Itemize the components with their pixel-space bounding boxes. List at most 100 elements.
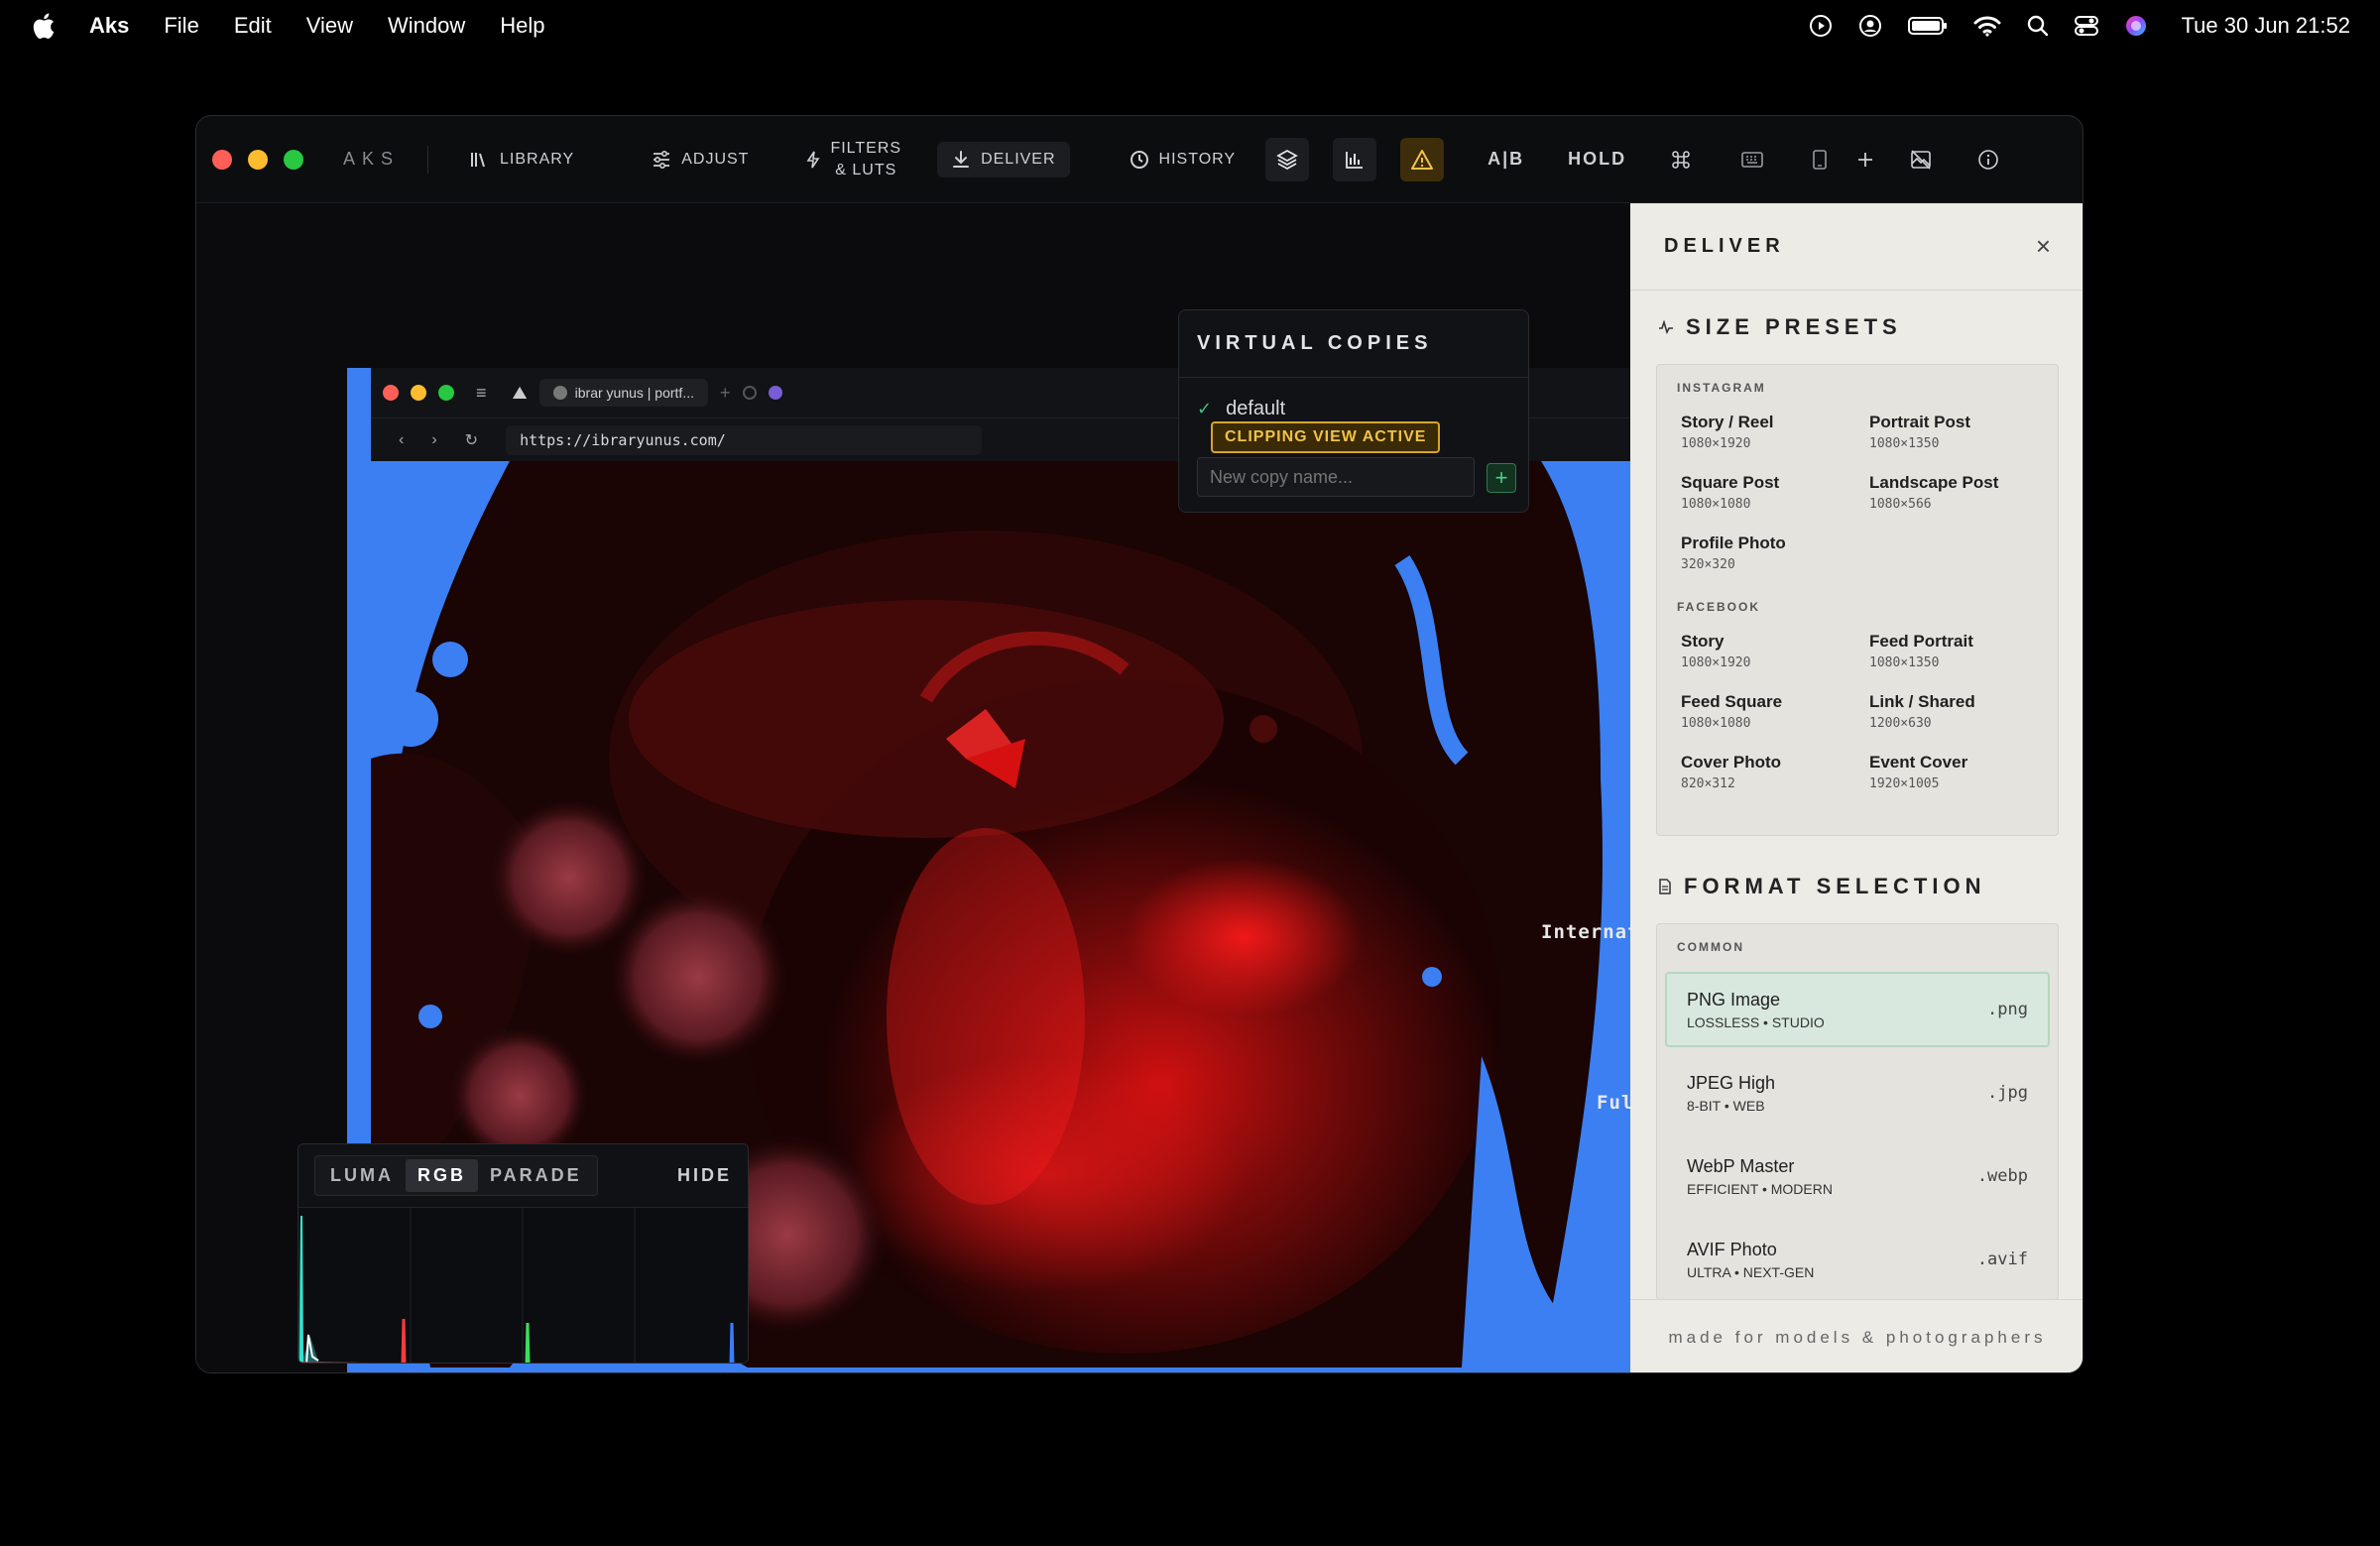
layers-button[interactable] [1265,137,1310,181]
preset-item[interactable]: Story / Reel 1080×1920 [1681,413,1849,451]
menu-view[interactable]: View [306,13,353,39]
preset-item[interactable]: Feed Portrait 1080×1350 [1869,632,2038,670]
clock-icon [1130,150,1148,169]
preset-item[interactable]: Link / Shared 1200×630 [1869,692,2038,731]
device-preview-button[interactable] [1813,149,1827,170]
preset-name: Cover Photo [1681,753,1782,772]
overlay-text-international: Internatio [1541,921,1636,943]
format-text: JPEG High 8-BIT • WEB [1687,1073,1775,1114]
format-extension: .avif [1976,1249,2028,1269]
scope-hide-button[interactable]: HIDE [677,1165,732,1186]
minimize-window-button[interactable] [248,149,268,170]
control-center-icon[interactable] [2074,15,2098,37]
menubar-clock[interactable]: Tue 30 Jun 21:52 [2182,13,2350,39]
filters-luts-button[interactable]: FILTERS & LUTS [792,130,915,189]
menu-window[interactable]: Window [388,13,465,39]
history-label: HISTORY [1158,150,1237,168]
forward-arrow-icon: › [431,430,437,448]
search-icon[interactable] [2027,15,2049,37]
preset-name: Landscape Post [1869,473,1999,492]
format-option-webp[interactable]: WebP Master EFFICIENT • MODERN .webp [1665,1138,2050,1214]
history-button[interactable]: HISTORY [1116,142,1250,178]
preset-size: 1920×1005 [1869,776,1940,791]
deliver-panel: DELIVER × SIZE PRESETS INSTAGRAM Story /… [1630,203,2082,1372]
clipping-view-badge: CLIPPING VIEW ACTIVE [1211,421,1441,453]
window-controls [212,149,303,170]
preset-item[interactable]: Cover Photo 820×312 [1681,753,1849,791]
file-icon [1659,879,1671,894]
virtual-copy-item[interactable]: ✓ default [1179,378,1528,420]
apple-icon[interactable] [30,11,56,41]
format-name: PNG Image [1687,989,1781,1010]
back-arrow-icon: ‹ [399,430,405,448]
browser-logo-icon: ⛰ [512,382,528,403]
wifi-icon[interactable] [1973,15,2001,37]
preset-size: 1200×630 [1869,716,1932,731]
ab-compare-button[interactable]: A|B [1488,149,1524,170]
layers-icon [1276,149,1298,170]
format-option-jpeg[interactable]: JPEG High 8-BIT • WEB .jpg [1665,1055,2050,1130]
adjust-button[interactable]: ADJUST [638,143,763,177]
hide-image-button[interactable] [1910,149,1932,171]
menu-app-name[interactable]: Aks [89,13,129,39]
preset-size: 1080×1920 [1681,655,1751,670]
format-text: PNG Image LOSSLESS • STUDIO [1687,990,1825,1030]
add-copy-button[interactable]: + [1487,463,1516,493]
menu-help[interactable]: Help [500,13,544,39]
histogram-button[interactable] [1333,137,1377,181]
library-button[interactable]: LIBRARY [456,143,588,177]
preset-group-label: FACEBOOK [1677,600,1761,614]
preset-item[interactable]: Event Cover 1920×1005 [1869,753,2038,791]
format-option-png[interactable]: PNG Image LOSSLESS • STUDIO .png [1665,972,2050,1047]
browser-tab: ibrar yunus | portf... [538,379,708,407]
preset-size: 1080×1080 [1681,497,1751,512]
preset-item[interactable]: Story 1080×1920 [1681,632,1849,670]
scope-tab-rgb[interactable]: RGB [406,1159,478,1192]
preset-size: 1080×1080 [1681,716,1751,731]
command-button[interactable] [1670,149,1692,171]
preset-item[interactable]: Square Post 1080×1080 [1681,473,1849,512]
preset-item[interactable]: Portrait Post 1080×1350 [1869,413,2038,451]
deliver-footer: made for models & photographers [1630,1299,2082,1372]
histogram-graph [298,1208,748,1363]
new-copy-input[interactable] [1197,457,1475,497]
library-label: LIBRARY [500,150,575,168]
size-presets-title: SIZE PRESETS [1686,314,1902,339]
close-panel-button[interactable]: × [2036,231,2051,262]
preset-item[interactable]: Profile Photo 320×320 [1681,534,1849,572]
play-circle-icon[interactable] [1809,14,1833,38]
lightning-icon [806,151,820,168]
warning-triangle-icon [1411,149,1434,170]
menu-edit[interactable]: Edit [234,13,272,39]
format-name: JPEG High [1687,1072,1776,1093]
maximize-window-button[interactable] [284,149,303,170]
preset-item[interactable]: Feed Square 1080×1080 [1681,692,1849,731]
preset-group-label: INSTAGRAM [1677,381,1766,395]
format-extension: .jpg [1987,1083,2028,1103]
app-brand: AKS [343,149,401,169]
info-button[interactable] [1977,149,1999,171]
add-button[interactable] [1856,151,1874,169]
user-circle-icon[interactable] [1858,14,1882,38]
format-selection-title: FORMAT SELECTION [1684,874,1986,898]
preset-item[interactable]: Landscape Post 1080×566 [1869,473,2038,512]
battery-icon[interactable] [1907,16,1948,36]
virtual-copies-popover: VIRTUAL COPIES ✓ default CLIPPING VIEW A… [1178,309,1529,513]
image-canvas[interactable]: ≡ ⛰ ibrar yunus | portf... + ‹ › ↻ https… [196,203,1636,1372]
close-window-button[interactable] [212,149,232,170]
deliver-title: DELIVER [1664,235,1785,257]
browser-circle-icon [742,386,757,400]
scope-tab-luma[interactable]: LUMA [318,1159,406,1192]
clipping-warning-button[interactable] [1400,137,1445,181]
siri-icon[interactable] [2124,14,2148,38]
scope-panel: LUMA RGB PARADE HIDE [298,1143,749,1364]
preset-name: Story / Reel [1681,413,1774,431]
hold-button[interactable]: HOLD [1568,149,1626,170]
deliver-button[interactable]: DELIVER [937,141,1070,178]
scope-tab-parade[interactable]: PARADE [478,1159,594,1192]
format-option-avif[interactable]: AVIF Photo ULTRA • NEXT-GEN .avif [1665,1222,2050,1297]
captured-url: https://ibraryunus.com/ [506,424,983,455]
menu-file[interactable]: File [164,13,198,39]
keyboard-button[interactable] [1741,151,1763,169]
pulse-icon [1659,319,1673,335]
